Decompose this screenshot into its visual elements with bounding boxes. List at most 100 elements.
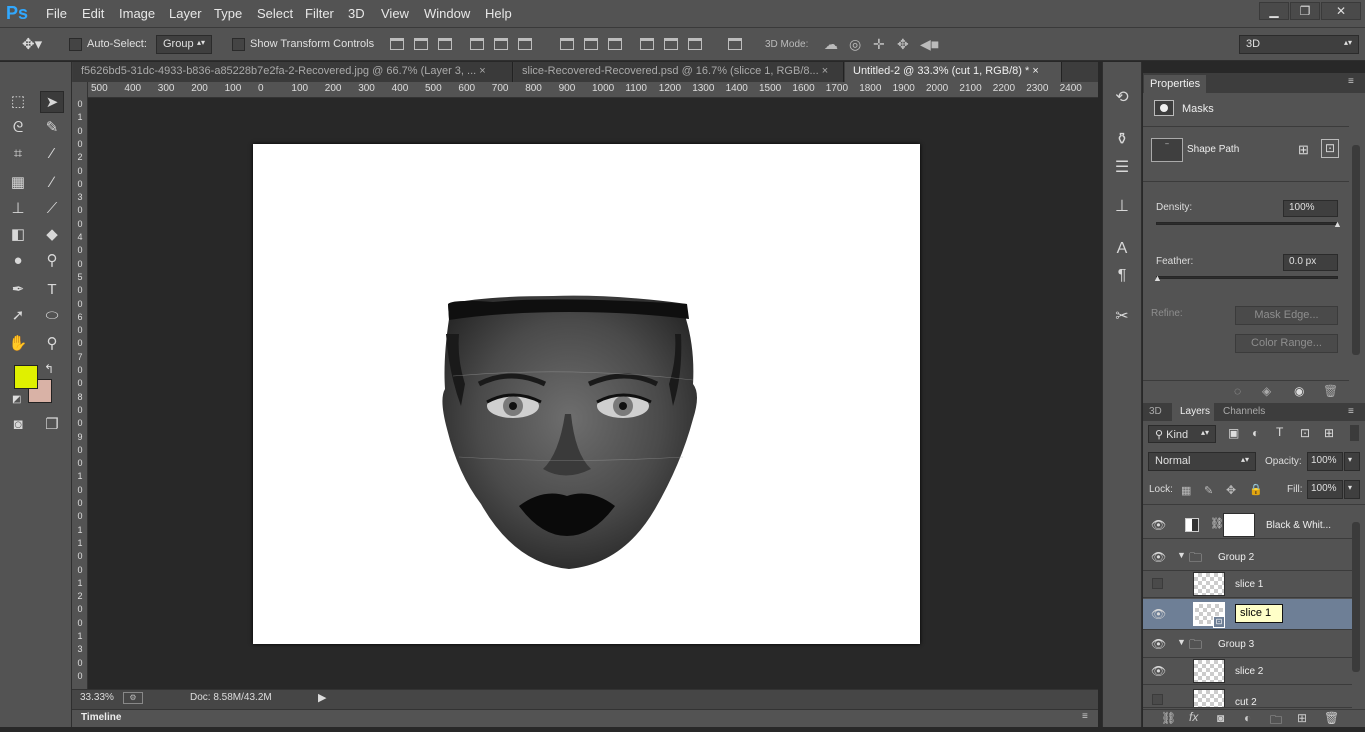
filter-adjustment-icon[interactable]: ◐ <box>1252 426 1259 440</box>
layer-name[interactable]: Black & Whit... <box>1266 520 1331 531</box>
density-slider[interactable] <box>1156 222 1338 225</box>
layer-row-slice-1-hidden[interactable]: slice 1 <box>1143 571 1352 598</box>
layer-row-group-2[interactable]: 👁 ▼ 🗀 Group 2 <box>1143 544 1352 571</box>
properties-scrollbar[interactable] <box>1352 145 1360 355</box>
new-group-icon[interactable]: 🗀 <box>1270 711 1282 732</box>
history-brush-tool-icon[interactable]: ⟋ <box>40 198 64 220</box>
quick-selection-tool-icon[interactable]: ✎ <box>40 117 64 139</box>
zoom-tool-icon[interactable]: ⚲ <box>40 333 64 355</box>
blend-mode-dropdown[interactable]: Normal ▴▾ <box>1148 452 1256 471</box>
menu-select[interactable]: Select <box>257 6 293 21</box>
hand-tool-icon[interactable]: ✋ <box>6 333 30 355</box>
fill-input[interactable]: 100% <box>1307 480 1343 499</box>
properties-tab[interactable]: Properties <box>1144 75 1207 93</box>
filter-shape-icon[interactable]: ⊡ <box>1300 426 1310 440</box>
align-left-icon[interactable] <box>470 38 484 50</box>
menu-edit[interactable]: Edit <box>82 6 104 21</box>
minimize-button[interactable]: ▁ <box>1259 2 1289 20</box>
layer-thumbnail[interactable] <box>1193 659 1225 683</box>
tab-document-1[interactable]: f5626bd5-31dc-4933-b836-a85228b7e2fa-2-R… <box>73 62 513 82</box>
layer-row-cut-2[interactable]: cut 2 <box>1143 686 1352 708</box>
tab-document-3[interactable]: Untitled-2 @ 33.3% (cut 1, RGB/8) * × <box>845 62 1062 82</box>
brush-tool-icon[interactable]: ∕ <box>40 172 64 194</box>
filter-pixel-icon[interactable]: ▣ <box>1228 426 1239 440</box>
layer-name[interactable]: cut 2 <box>1235 697 1257 707</box>
layer-name[interactable]: slice 1 <box>1235 579 1263 590</box>
type-tool-icon[interactable]: T <box>40 279 64 301</box>
tab-close-icon[interactable]: × <box>822 65 828 77</box>
density-slider-thumb[interactable]: ▲ <box>1333 219 1342 229</box>
load-selection-icon[interactable]: ◌ <box>1234 384 1241 398</box>
lasso-tool-icon[interactable]: ᘓ <box>6 117 30 139</box>
layer-row-group-3[interactable]: 👁 ▼ 🗀 Group 3 <box>1143 631 1352 658</box>
add-vector-mask-icon[interactable]: ⊡ <box>1321 139 1339 158</box>
align-hcenter-icon[interactable] <box>494 38 508 50</box>
tab-close-icon[interactable]: × <box>479 65 485 77</box>
zoom-level[interactable]: 33.33% <box>80 692 114 703</box>
layer-thumbnail[interactable] <box>1193 689 1225 707</box>
tool-presets-panel-icon[interactable]: ✂ <box>1110 305 1134 329</box>
auto-select-dropdown[interactable]: Group ▴▾ <box>156 35 212 54</box>
menu-file[interactable]: File <box>46 6 67 21</box>
move-tool-icon[interactable]: ➤ <box>40 91 64 113</box>
distribute-hcenter-icon[interactable] <box>664 38 678 50</box>
visibility-eye-icon[interactable]: 👁 <box>1151 519 1166 531</box>
workspace-dropdown[interactable]: 3D ▴▾ <box>1239 35 1359 54</box>
menu-view[interactable]: View <box>381 6 409 21</box>
tab-channels[interactable]: Channels <box>1223 406 1265 417</box>
distribute-right-icon[interactable] <box>688 38 702 50</box>
menu-filter[interactable]: Filter <box>305 6 334 21</box>
feather-slider[interactable] <box>1156 276 1338 279</box>
document-canvas[interactable] <box>253 144 920 644</box>
layer-thumbnail[interactable] <box>1193 572 1225 596</box>
visibility-eye-icon[interactable]: 👁 <box>1151 551 1166 563</box>
visibility-eye-icon[interactable]: 👁 <box>1151 608 1166 620</box>
dodge-tool-icon[interactable]: ⚲ <box>40 250 64 272</box>
layer-style-fx-icon[interactable]: fx <box>1189 710 1198 724</box>
restore-button[interactable]: ❐ <box>1290 2 1320 20</box>
info-panel-icon[interactable]: ⊥ <box>1110 195 1134 219</box>
3d-scale-icon[interactable]: ◀■ <box>920 36 939 53</box>
link-chain-icon[interactable]: ⛓ <box>1210 517 1224 530</box>
properties-panel-icon[interactable]: ☰ <box>1110 156 1134 180</box>
new-adjustment-layer-icon[interactable]: ◐ <box>1244 711 1251 725</box>
mask-edge-button[interactable]: Mask Edge... <box>1235 306 1338 325</box>
lock-position-icon[interactable]: ✥ <box>1226 483 1236 497</box>
adjustments-panel-icon[interactable]: ⚱ <box>1110 128 1134 152</box>
layer-name[interactable]: Group 3 <box>1218 639 1254 650</box>
new-layer-icon[interactable]: ⊞ <box>1297 711 1307 725</box>
menu-help[interactable]: Help <box>485 6 512 21</box>
eraser-tool-icon[interactable]: ◧ <box>6 224 30 246</box>
layer-name[interactable]: Group 2 <box>1218 552 1254 563</box>
close-window-button[interactable]: ✕ <box>1321 2 1361 20</box>
swap-colors-icon[interactable]: ↰ <box>44 362 54 376</box>
character-panel-icon[interactable]: A <box>1110 237 1134 261</box>
filter-type-icon[interactable]: T <box>1276 425 1283 439</box>
blur-tool-icon[interactable]: ● <box>6 250 30 272</box>
filter-smart-object-icon[interactable]: ⊞ <box>1324 426 1334 440</box>
opacity-dropdown-icon[interactable]: ▾ <box>1344 452 1360 471</box>
default-colors-icon[interactable]: ◩ <box>12 394 21 405</box>
paragraph-panel-icon[interactable]: ¶ <box>1110 264 1134 288</box>
properties-menu-icon[interactable]: ≡ <box>1348 76 1354 87</box>
paint-bucket-tool-icon[interactable]: ◆ <box>40 224 64 246</box>
path-selection-tool-icon[interactable]: ➚ <box>6 305 30 327</box>
visibility-eye-icon[interactable]: 👁 <box>1151 665 1166 677</box>
apply-mask-icon[interactable]: ◈ <box>1262 384 1271 398</box>
menu-3d[interactable]: 3D <box>348 6 365 21</box>
clone-stamp-tool-icon[interactable]: ⊥ <box>6 198 30 220</box>
distribute-bottom-icon[interactable] <box>608 38 622 50</box>
delete-mask-icon[interactable]: 🗑 <box>1323 384 1338 398</box>
lock-all-icon[interactable]: 🔒 <box>1249 483 1263 496</box>
menu-window[interactable]: Window <box>424 6 470 21</box>
filter-kind-dropdown[interactable]: ⚲ Kind ▴▾ <box>1148 425 1216 443</box>
shape-path-thumbnail[interactable]: ‾ <box>1151 138 1183 162</box>
foreground-color-swatch[interactable] <box>14 365 38 389</box>
marquee-tool-icon[interactable]: ⬚ <box>6 91 30 113</box>
3d-roll-icon[interactable]: ◎ <box>849 36 861 53</box>
align-vcenter-icon[interactable] <box>414 38 428 50</box>
auto-select-checkbox[interactable] <box>69 38 82 51</box>
screen-mode-icon[interactable]: ❐ <box>40 414 64 436</box>
timeline-menu-icon[interactable]: ≡ <box>1082 711 1088 722</box>
tab-3d[interactable]: 3D <box>1149 406 1162 417</box>
